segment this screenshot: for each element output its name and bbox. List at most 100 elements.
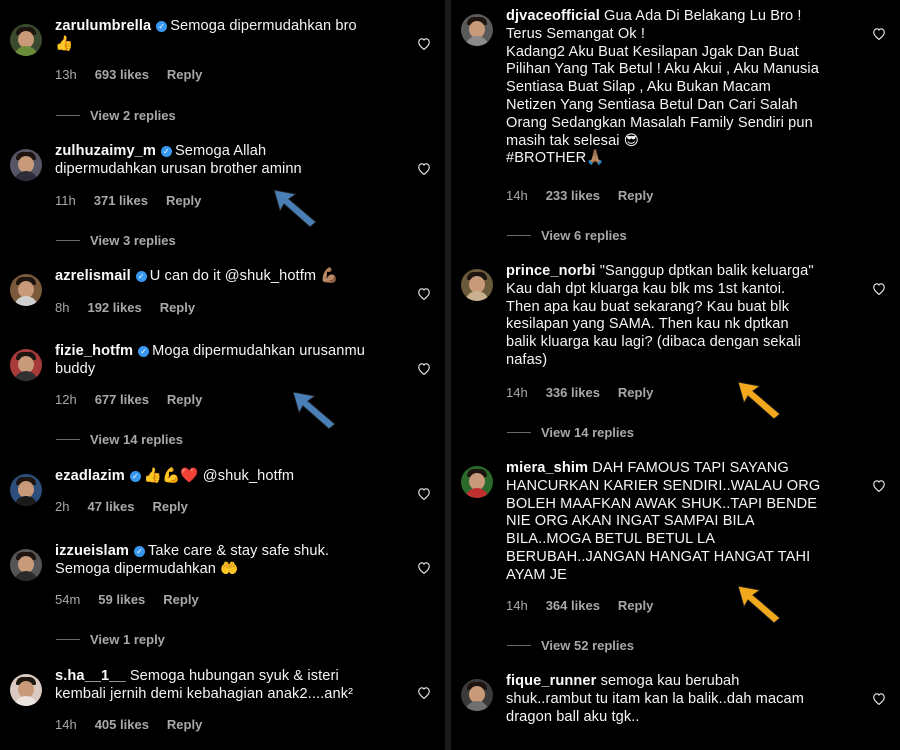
right-comment-panel: djvaceofficial Gua Ada Di Belakang Lu Br… — [451, 0, 900, 750]
avatar[interactable] — [461, 466, 493, 498]
comment-username[interactable]: azrelismail — [55, 268, 131, 284]
avatar[interactable] — [10, 549, 42, 581]
pointer-arrow-icon — [736, 380, 784, 425]
comment-username[interactable]: prince_norbi — [506, 263, 596, 279]
heart-outline-icon[interactable] — [417, 37, 431, 51]
reply-button[interactable]: Reply — [163, 592, 198, 607]
comment-body: U can do it @shuk_hotfm 💪🏽 — [149, 268, 339, 284]
avatar[interactable] — [461, 679, 493, 711]
reply-button[interactable]: Reply — [166, 193, 201, 208]
comment-time: 8h — [55, 300, 70, 315]
comment-text-block: fizie_hotfm ✓ Moga dipermudahkan urusanmu … — [55, 343, 395, 379]
heart-outline-icon[interactable] — [417, 561, 431, 575]
reply-button[interactable]: Reply — [167, 67, 202, 82]
replies-divider-line — [507, 432, 531, 433]
comment-username[interactable]: djvaceofficial — [506, 8, 600, 24]
replies-divider-line — [56, 439, 80, 440]
like-count[interactable]: 233 likes — [546, 188, 600, 203]
heart-outline-icon[interactable] — [417, 287, 431, 301]
heart-outline-icon[interactable] — [417, 162, 431, 176]
heart-outline-icon[interactable] — [872, 692, 886, 706]
avatar[interactable] — [461, 269, 493, 301]
like-count[interactable]: 677 likes — [95, 392, 149, 407]
like-count[interactable]: 693 likes — [95, 67, 149, 82]
comment-time: 12h — [55, 392, 77, 407]
view-replies-link[interactable]: View 2 replies — [56, 108, 176, 123]
view-replies-label: View 2 replies — [90, 108, 176, 123]
comment-username[interactable]: izzueislam — [55, 543, 129, 559]
comment-username[interactable]: ezadlazim — [55, 468, 125, 484]
view-replies-link[interactable]: View 14 replies — [56, 432, 183, 447]
comment-meta: 11h 371 likes Reply — [55, 193, 219, 208]
comment-username[interactable]: miera_shim — [506, 460, 588, 476]
reply-button[interactable]: Reply — [618, 188, 653, 203]
comment-time: 54m — [55, 592, 81, 607]
like-count[interactable]: 364 likes — [546, 598, 600, 613]
pointer-arrow-icon — [272, 188, 320, 233]
reply-button[interactable]: Reply — [167, 392, 202, 407]
heart-outline-icon[interactable] — [417, 487, 431, 501]
verified-badge-icon: ✓ — [135, 271, 147, 282]
comment-username[interactable]: zarulumbrella — [55, 18, 151, 34]
comment-time: 13h — [55, 67, 77, 82]
view-replies-link[interactable]: View 3 replies — [56, 233, 176, 248]
pointer-arrow-icon — [291, 390, 339, 435]
comment-time: 11h — [55, 193, 76, 208]
heart-outline-icon[interactable] — [872, 282, 886, 296]
replies-divider-line — [56, 240, 80, 241]
avatar[interactable] — [10, 674, 42, 706]
view-replies-label: View 14 replies — [90, 432, 183, 447]
comment-meta: 8h 192 likes Reply — [55, 300, 213, 315]
heart-outline-icon[interactable] — [417, 362, 431, 376]
view-replies-link[interactable]: View 1 reply — [56, 632, 165, 647]
comment-text-block: izzueislam ✓ Take care & stay safe shuk. S… — [55, 543, 395, 579]
verified-badge-icon: ✓ — [134, 546, 145, 557]
comment-body: 👍💪❤️ @shuk_hotfm — [143, 468, 295, 484]
replies-divider-line — [507, 235, 531, 236]
comment-username[interactable]: s.ha__1__ — [55, 668, 126, 684]
comment-username[interactable]: fique_runner — [506, 673, 596, 689]
comment-meta: 54m 59 likes Reply — [55, 592, 217, 607]
verified-badge-icon: ✓ — [129, 471, 141, 482]
view-replies-label: View 6 replies — [541, 228, 627, 243]
view-replies-label: View 14 replies — [541, 425, 634, 440]
avatar[interactable] — [461, 14, 493, 46]
comment-time: 14h — [506, 598, 528, 613]
view-replies-link[interactable]: View 6 replies — [507, 228, 627, 243]
comment-text-block: prince_norbi "Sanggup dptkan balik kelua… — [506, 263, 850, 370]
comment-text-block: fique_runner semoga kau berubah shuk..ra… — [506, 673, 850, 726]
like-count[interactable]: 371 likes — [94, 193, 148, 208]
heart-outline-icon[interactable] — [872, 479, 886, 493]
like-count[interactable]: 47 likes — [87, 499, 134, 514]
avatar[interactable] — [10, 474, 42, 506]
view-replies-link[interactable]: View 52 replies — [507, 638, 634, 653]
avatar[interactable] — [10, 349, 42, 381]
like-count[interactable]: 192 likes — [87, 300, 141, 315]
reply-button[interactable]: Reply — [618, 598, 653, 613]
reply-button[interactable]: Reply — [160, 300, 195, 315]
heart-outline-icon[interactable] — [872, 27, 886, 41]
comment-username[interactable]: fizie_hotfm — [55, 343, 133, 359]
comment-meta: 14h 233 likes Reply — [506, 188, 671, 203]
avatar[interactable] — [10, 24, 42, 56]
comment-meta: 14h 364 likes Reply — [506, 598, 671, 613]
reply-button[interactable]: Reply — [152, 499, 187, 514]
view-replies-link[interactable]: View 14 replies — [507, 425, 634, 440]
replies-divider-line — [56, 115, 80, 116]
comment-meta: 13h 693 likes Reply — [55, 67, 220, 82]
like-count[interactable]: 59 likes — [98, 592, 145, 607]
avatar[interactable] — [10, 274, 42, 306]
comment-username[interactable]: zulhuzaimy_m — [55, 143, 156, 159]
pointer-arrow-icon — [736, 584, 784, 629]
like-count[interactable]: 336 likes — [546, 385, 600, 400]
view-replies-label: View 52 replies — [541, 638, 634, 653]
like-count[interactable]: 405 likes — [95, 717, 149, 732]
comment-body: Gua Ada Di Belakang Lu Bro ! Terus Seman… — [506, 8, 819, 167]
avatar[interactable] — [10, 149, 42, 181]
reply-button[interactable]: Reply — [167, 717, 202, 732]
reply-button[interactable]: Reply — [618, 385, 653, 400]
replies-divider-line — [507, 645, 531, 646]
comment-text-block: djvaceofficial Gua Ada Di Belakang Lu Br… — [506, 8, 850, 168]
heart-outline-icon[interactable] — [417, 686, 431, 700]
comment-time: 14h — [506, 188, 528, 203]
